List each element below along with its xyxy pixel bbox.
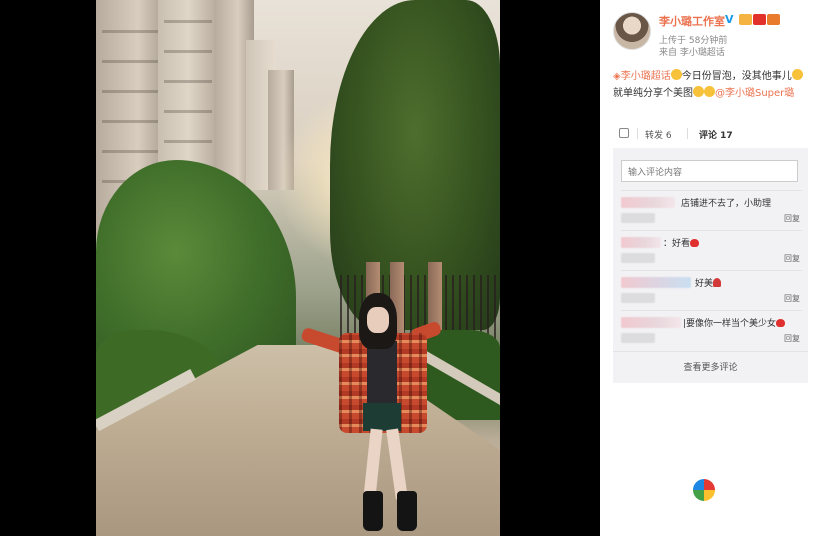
emoji-icon bbox=[791, 69, 803, 80]
divider bbox=[637, 128, 638, 139]
blurred-time bbox=[621, 333, 655, 343]
like-icon[interactable] bbox=[619, 128, 629, 138]
rose-emoji-icon bbox=[713, 278, 722, 287]
comment-text: |要像你一样当个美少女 bbox=[683, 316, 786, 329]
comment-item: |要像你一样当个美少女 回复 bbox=[621, 310, 802, 350]
vip-badge-icon[interactable] bbox=[739, 14, 752, 25]
user-name-link[interactable]: 李小璐工作室 bbox=[659, 13, 725, 29]
reply-button[interactable]: 回复 bbox=[784, 253, 800, 264]
comment-item: 店铺进不去了，小助理 回复 bbox=[621, 190, 802, 230]
watermark-url: www.gaobei.com bbox=[695, 506, 780, 517]
view-more-comments-link[interactable]: 查看更多评论 bbox=[613, 351, 808, 373]
smile-emoji-icon bbox=[670, 69, 682, 80]
post-photo[interactable] bbox=[96, 0, 500, 536]
fan-badge-icon[interactable] bbox=[767, 14, 780, 25]
blurred-username bbox=[621, 317, 681, 328]
mention-link[interactable]: @李小璐Super璐 bbox=[715, 88, 794, 99]
comment-text: 好美 bbox=[695, 276, 722, 289]
gaobei-logo-icon bbox=[693, 479, 715, 501]
reply-button[interactable]: 回复 bbox=[784, 293, 800, 304]
comment-input[interactable]: 输入评论内容 bbox=[621, 160, 798, 182]
watermark: 高贝娱乐 www.gaobei.com bbox=[693, 477, 813, 522]
person-figure bbox=[300, 293, 443, 536]
blurred-time bbox=[621, 213, 655, 223]
blurred-username bbox=[621, 197, 675, 208]
comment-text: ：好看 bbox=[663, 236, 700, 249]
supertopic-link[interactable]: ◈李小璐超话 bbox=[613, 71, 671, 82]
post-detail-panel: 李小璐工作室 V 上传于 58分钟前 来自 李小璐超话 ◈李小璐超话 今日份冒泡，… bbox=[600, 0, 820, 536]
comments-section: 输入评论内容 店铺进不去了，小助理 回复 ：好看 回复 好美 回复 |要像你一样… bbox=[613, 148, 808, 383]
divider bbox=[687, 128, 688, 139]
emoji-icon bbox=[704, 86, 715, 97]
post-actions: 转发 6 评论 17 bbox=[613, 126, 808, 144]
comment-item: 好美 回复 bbox=[621, 270, 802, 310]
flag-badge-icon[interactable] bbox=[753, 14, 766, 25]
post-text-part: 今日份冒泡，没其他事儿 bbox=[681, 71, 792, 82]
comment-button[interactable]: 评论 17 bbox=[699, 128, 733, 141]
heart-emoji-icon bbox=[776, 319, 786, 327]
comment-text: 店铺进不去了，小助理 bbox=[681, 199, 772, 209]
avatar[interactable] bbox=[613, 12, 651, 50]
verified-badge-icon: V bbox=[725, 13, 734, 26]
post-text: ◈李小璐超话 今日份冒泡，没其他事儿就单纯分享个美图 @李小璐Super璐 bbox=[613, 68, 808, 102]
blurred-time bbox=[621, 293, 655, 303]
heart-emoji-icon bbox=[690, 239, 700, 247]
reply-button[interactable]: 回复 bbox=[784, 333, 800, 344]
emoji-icon bbox=[693, 86, 704, 97]
post-text-part: 就单纯分享个美图 bbox=[613, 88, 693, 99]
blurred-username bbox=[621, 277, 691, 288]
reply-button[interactable]: 回复 bbox=[784, 213, 800, 224]
watermark-brand: 高贝娱乐 bbox=[720, 481, 801, 503]
repost-button[interactable]: 转发 6 bbox=[645, 128, 672, 141]
blurred-username bbox=[621, 237, 661, 248]
post-source: 来自 李小璐超话 bbox=[659, 48, 725, 58]
blurred-time bbox=[621, 253, 655, 263]
comment-item: ：好看 回复 bbox=[621, 230, 802, 270]
